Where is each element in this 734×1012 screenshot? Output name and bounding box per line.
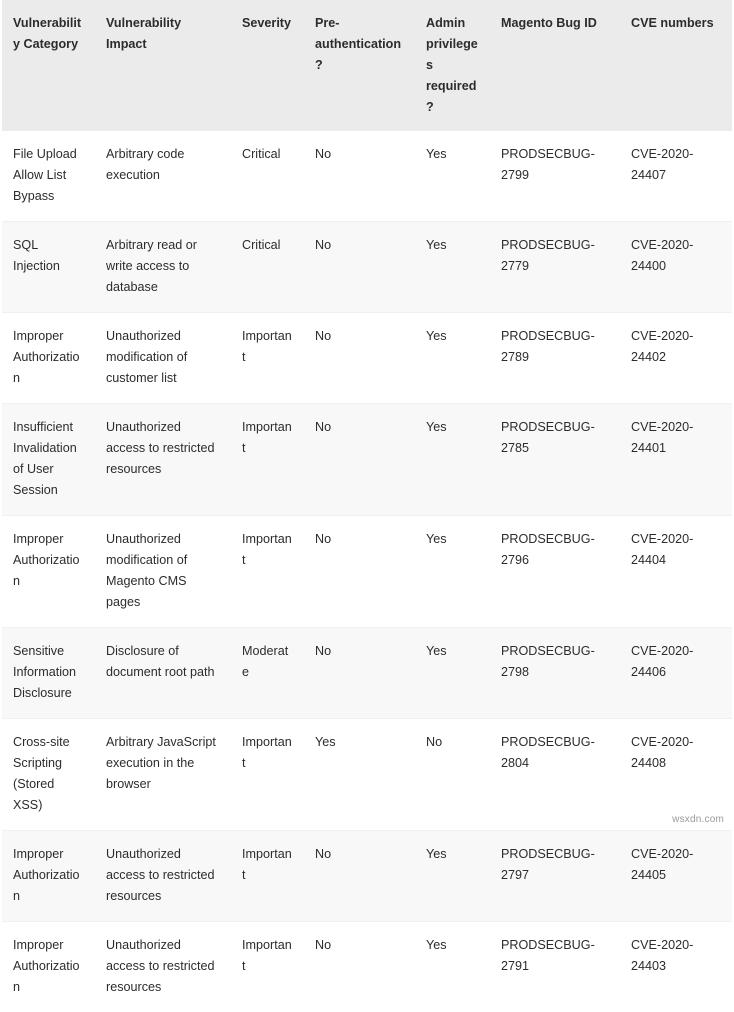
cell-impact: Unauthorized modification of customer li… <box>95 313 231 404</box>
cell-admin: Yes <box>415 313 490 404</box>
cell-severity: Critical <box>231 131 304 222</box>
table-row: Improper AuthorizationUnauthorized acces… <box>2 831 732 922</box>
cell-category: Improper Authorization <box>2 516 95 628</box>
column-header-admin: Admin privileges required? <box>415 0 490 131</box>
cell-bugid: PRODSECBUG-2789 <box>490 313 620 404</box>
cell-preauth: No <box>304 628 415 719</box>
cell-cve: CVE-2020-24407 <box>620 131 732 222</box>
cell-impact: Unauthorized access to restricted resour… <box>95 404 231 516</box>
cell-severity: Important <box>231 516 304 628</box>
table-row: Cross-site Scripting (Stored XSS)Arbitra… <box>2 719 732 831</box>
table-row: Sensitive Information DisclosureDisclosu… <box>2 628 732 719</box>
cell-cve: CVE-2020-24403 <box>620 922 732 1012</box>
cell-impact: Arbitrary code execution <box>95 131 231 222</box>
table-row: Improper AuthorizationUnauthorized modif… <box>2 313 732 404</box>
cell-impact: Arbitrary JavaScript execution in the br… <box>95 719 231 831</box>
column-header-cve: CVE numbers <box>620 0 732 131</box>
cell-bugid: PRODSECBUG-2791 <box>490 922 620 1012</box>
cell-preauth: No <box>304 404 415 516</box>
cell-severity: Important <box>231 922 304 1012</box>
cell-preauth: No <box>304 131 415 222</box>
cell-preauth: No <box>304 313 415 404</box>
column-header-bugid: Magento Bug ID <box>490 0 620 131</box>
cell-cve: CVE-2020-24402 <box>620 313 732 404</box>
cell-category: Cross-site Scripting (Stored XSS) <box>2 719 95 831</box>
cell-category: Improper Authorization <box>2 831 95 922</box>
table-row: SQL InjectionArbitrary read or write acc… <box>2 222 732 313</box>
cell-cve: CVE-2020-24405 <box>620 831 732 922</box>
cell-admin: No <box>415 719 490 831</box>
cell-preauth: No <box>304 831 415 922</box>
cell-category: Improper Authorization <box>2 922 95 1012</box>
cell-bugid: PRODSECBUG-2779 <box>490 222 620 313</box>
cell-preauth: No <box>304 516 415 628</box>
cell-preauth: Yes <box>304 719 415 831</box>
cell-cve: CVE-2020-24400 <box>620 222 732 313</box>
cell-category: Insufficient Invalidation of User Sessio… <box>2 404 95 516</box>
cell-bugid: PRODSECBUG-2785 <box>490 404 620 516</box>
cell-bugid: PRODSECBUG-2796 <box>490 516 620 628</box>
cell-impact: Disclosure of document root path <box>95 628 231 719</box>
cell-severity: Critical <box>231 222 304 313</box>
cell-preauth: No <box>304 222 415 313</box>
cell-severity: Important <box>231 404 304 516</box>
cell-admin: Yes <box>415 131 490 222</box>
cell-severity: Moderate <box>231 628 304 719</box>
column-header-preauth: Pre-authentication? <box>304 0 415 131</box>
cell-admin: Yes <box>415 922 490 1012</box>
cell-admin: Yes <box>415 404 490 516</box>
cell-impact: Arbitrary read or write access to databa… <box>95 222 231 313</box>
cell-category: SQL Injection <box>2 222 95 313</box>
table-body: File Upload Allow List BypassArbitrary c… <box>2 131 732 1012</box>
cell-admin: Yes <box>415 628 490 719</box>
vulnerability-table: Vulnerability CategoryVulnerability Impa… <box>2 0 732 1012</box>
cell-category: File Upload Allow List Bypass <box>2 131 95 222</box>
cell-bugid: PRODSECBUG-2798 <box>490 628 620 719</box>
cell-severity: Important <box>231 313 304 404</box>
cell-admin: Yes <box>415 831 490 922</box>
cell-admin: Yes <box>415 516 490 628</box>
table-header: Vulnerability CategoryVulnerability Impa… <box>2 0 732 131</box>
cell-cve: CVE-2020-24404 <box>620 516 732 628</box>
column-header-severity: Severity <box>231 0 304 131</box>
cell-impact: Unauthorized access to restricted resour… <box>95 831 231 922</box>
table-row: Improper AuthorizationUnauthorized modif… <box>2 516 732 628</box>
table-row: File Upload Allow List BypassArbitrary c… <box>2 131 732 222</box>
table-row: Improper AuthorizationUnauthorized acces… <box>2 922 732 1012</box>
column-header-category: Vulnerability Category <box>2 0 95 131</box>
column-header-impact: Vulnerability Impact <box>95 0 231 131</box>
cell-severity: Important <box>231 831 304 922</box>
vulnerability-table-container: Vulnerability CategoryVulnerability Impa… <box>0 0 734 1012</box>
cell-cve: CVE-2020-24401 <box>620 404 732 516</box>
cell-category: Improper Authorization <box>2 313 95 404</box>
cell-impact: Unauthorized access to restricted resour… <box>95 922 231 1012</box>
table-header-row: Vulnerability CategoryVulnerability Impa… <box>2 0 732 131</box>
cell-impact: Unauthorized modification of Magento CMS… <box>95 516 231 628</box>
cell-bugid: PRODSECBUG-2804 <box>490 719 620 831</box>
cell-bugid: PRODSECBUG-2799 <box>490 131 620 222</box>
table-row: Insufficient Invalidation of User Sessio… <box>2 404 732 516</box>
cell-cve: CVE-2020-24406 <box>620 628 732 719</box>
cell-category: Sensitive Information Disclosure <box>2 628 95 719</box>
cell-admin: Yes <box>415 222 490 313</box>
cell-severity: Important <box>231 719 304 831</box>
cell-preauth: No <box>304 922 415 1012</box>
site-watermark: wsxdn.com <box>672 814 724 825</box>
cell-bugid: PRODSECBUG-2797 <box>490 831 620 922</box>
